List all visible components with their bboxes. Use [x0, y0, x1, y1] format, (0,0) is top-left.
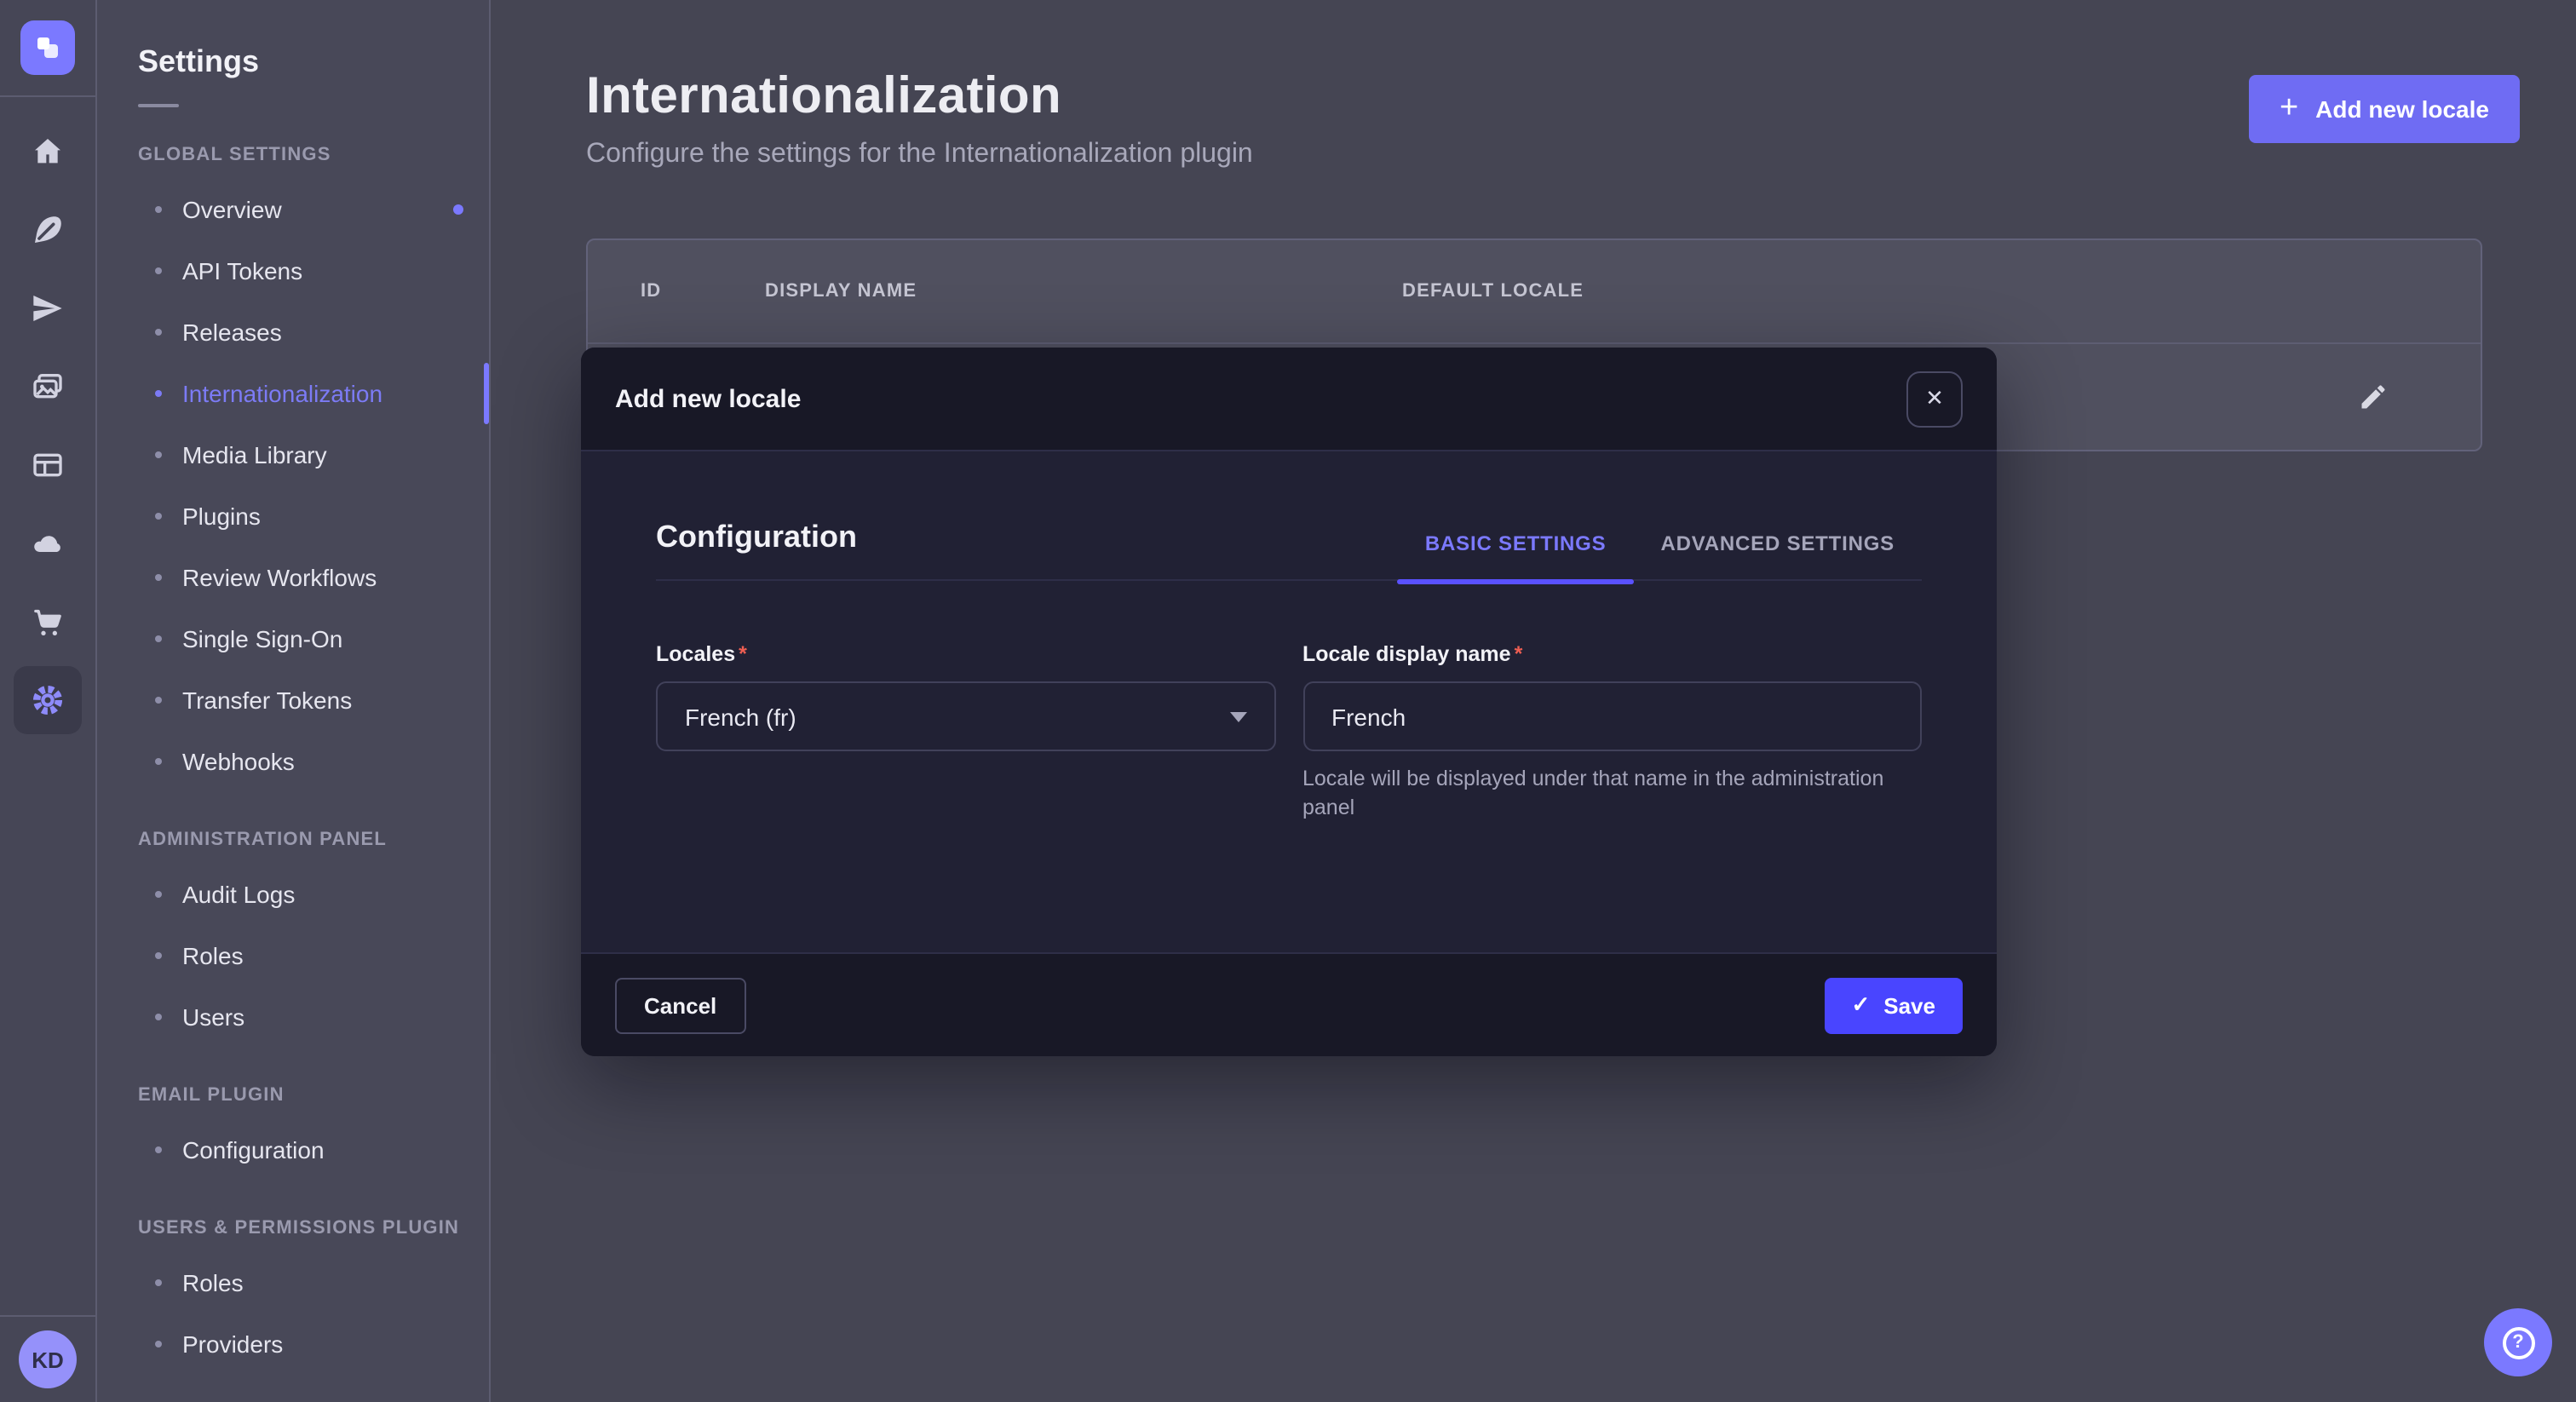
settings-sidebar: Settings GLOBAL SETTINGS Overview API To…	[97, 0, 491, 1402]
sidebar-item-providers[interactable]: Providers	[97, 1313, 489, 1375]
rail-bottom-divider	[0, 1315, 96, 1317]
column-id: ID	[641, 240, 661, 344]
sidebar-item-api-tokens[interactable]: API Tokens	[97, 240, 489, 302]
bullet-icon	[155, 451, 162, 458]
home-icon[interactable]	[14, 118, 82, 186]
icon-rail: KD	[0, 0, 97, 1402]
strapi-logo[interactable]	[20, 20, 75, 75]
sidebar-item-overview[interactable]: Overview	[97, 179, 489, 240]
modal-footer: Cancel ✓ Save	[581, 952, 1997, 1056]
bullet-icon	[155, 513, 162, 520]
column-display-name: DISPLAY NAME	[765, 240, 917, 344]
sidebar-item-media-library[interactable]: Media Library	[97, 424, 489, 486]
notification-dot	[453, 204, 463, 215]
display-name-input[interactable]	[1302, 681, 1922, 751]
close-icon[interactable]: ✕	[1906, 371, 1963, 427]
sidebar-item-audit-logs[interactable]: Audit Logs	[97, 864, 489, 925]
strapi-admin: KD Settings GLOBAL SETTINGS Overview API…	[0, 0, 2576, 1402]
help-icon: ?	[2502, 1326, 2534, 1359]
table-header: ID DISPLAY NAME DEFAULT LOCALE	[588, 240, 2481, 344]
sidebar-item-releases[interactable]: Releases	[97, 302, 489, 363]
sidebar-title: Settings	[138, 44, 489, 80]
cloud-icon[interactable]	[14, 509, 82, 577]
add-new-locale-button[interactable]: + Add new locale	[2249, 75, 2520, 143]
modal-title: Add new locale	[615, 384, 801, 413]
settings-gear-icon[interactable]	[14, 666, 82, 734]
bullet-icon	[155, 1341, 162, 1347]
sidebar-item-review-workflows[interactable]: Review Workflows	[97, 547, 489, 608]
bullet-icon	[155, 952, 162, 959]
check-icon: ✓	[1851, 991, 1870, 1019]
column-default-locale: DEFAULT LOCALE	[1402, 240, 1584, 344]
strapi-logo-icon	[34, 34, 61, 61]
bullet-icon	[155, 758, 162, 765]
bullet-icon	[155, 697, 162, 704]
locales-select[interactable]: French (fr)	[656, 681, 1275, 751]
help-button[interactable]: ?	[2484, 1308, 2552, 1376]
cancel-button[interactable]: Cancel	[615, 977, 745, 1033]
required-asterisk: *	[739, 642, 747, 666]
section-email-plugin: EMAIL PLUGIN	[138, 1085, 489, 1106]
user-avatar[interactable]: KD	[19, 1330, 77, 1388]
bullet-icon	[155, 206, 162, 213]
sidebar-item-up-roles[interactable]: Roles	[97, 1252, 489, 1313]
bullet-icon	[155, 1279, 162, 1286]
section-global-settings: GLOBAL SETTINGS	[138, 145, 489, 165]
locales-label: Locales*	[656, 642, 747, 666]
sidebar-item-transfer-tokens[interactable]: Transfer Tokens	[97, 669, 489, 731]
paper-plane-icon[interactable]	[14, 274, 82, 342]
bullet-icon	[155, 390, 162, 397]
plus-icon: +	[2280, 91, 2298, 124]
required-asterisk: *	[1515, 642, 1523, 666]
sidebar-item-plugins[interactable]: Plugins	[97, 486, 489, 547]
bullet-icon	[155, 329, 162, 336]
sidebar-item-internationalization[interactable]: Internationalization	[97, 363, 489, 424]
bullet-icon	[155, 574, 162, 581]
sidebar-item-admin-roles[interactable]: Roles	[97, 925, 489, 986]
settings-tabs: BASIC SETTINGS ADVANCED SETTINGS	[1398, 531, 1922, 555]
chevron-down-icon	[1229, 711, 1246, 721]
cart-icon[interactable]	[14, 588, 82, 656]
page-subtitle: Configure the settings for the Internati…	[586, 140, 2576, 170]
edit-pencil-icon[interactable]	[2358, 382, 2389, 412]
add-locale-modal: Add new locale ✕ Configuration BASIC SET…	[581, 348, 1997, 1056]
sidebar-item-email-configuration[interactable]: Configuration	[97, 1119, 489, 1181]
section-administration-panel: ADMINISTRATION PANEL	[138, 830, 489, 850]
sidebar-title-divider	[138, 104, 179, 107]
active-indicator	[484, 363, 489, 424]
bullet-icon	[155, 1146, 162, 1153]
feather-icon[interactable]	[14, 196, 82, 264]
sidebar-item-single-sign-on[interactable]: Single Sign-On	[97, 608, 489, 669]
sidebar-item-users[interactable]: Users	[97, 986, 489, 1048]
bullet-icon	[155, 1014, 162, 1020]
bullet-icon	[155, 267, 162, 274]
bullet-icon	[155, 891, 162, 898]
rail-divider	[0, 95, 96, 97]
media-library-icon[interactable]	[14, 353, 82, 421]
configuration-heading: Configuration	[656, 520, 857, 555]
tab-basic-settings[interactable]: BASIC SETTINGS	[1398, 531, 1634, 555]
display-name-hint: Locale will be displayed under that name…	[1302, 765, 1922, 823]
layout-icon[interactable]	[14, 431, 82, 499]
section-users-permissions-plugin: USERS & PERMISSIONS PLUGIN	[138, 1218, 489, 1238]
modal-header: Add new locale ✕	[581, 348, 1997, 451]
modal-body: Configuration BASIC SETTINGS ADVANCED SE…	[581, 451, 1997, 823]
display-name-label: Locale display name*	[1302, 642, 1522, 666]
tab-advanced-settings[interactable]: ADVANCED SETTINGS	[1633, 531, 1922, 555]
save-button[interactable]: ✓ Save	[1824, 977, 1963, 1033]
locales-field: Locales* French (fr)	[656, 639, 1275, 823]
bullet-icon	[155, 635, 162, 642]
display-name-field: Locale display name* Locale will be disp…	[1302, 639, 1922, 823]
sidebar-item-webhooks[interactable]: Webhooks	[97, 731, 489, 792]
